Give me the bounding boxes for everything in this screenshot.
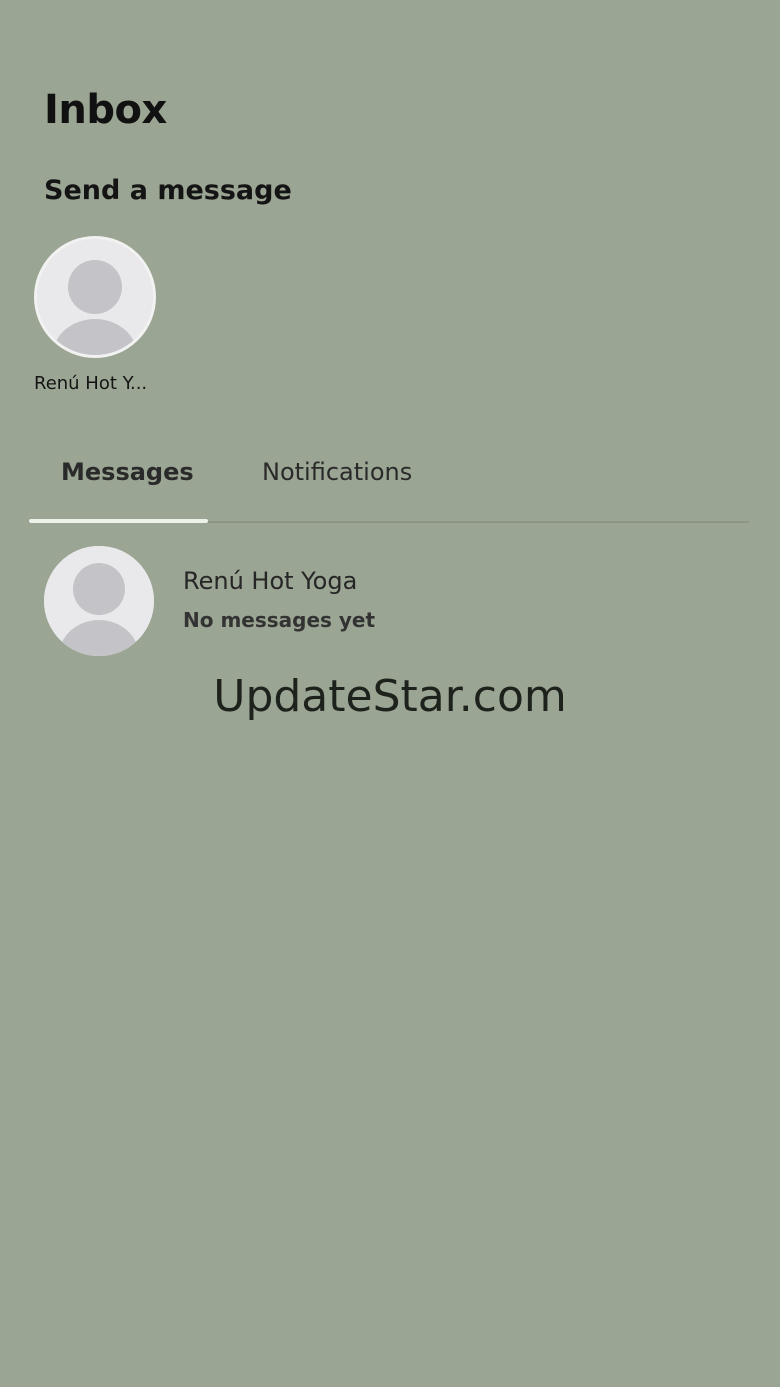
inbox-tabs: Messages Notifications xyxy=(29,440,749,524)
conversation-name: Renú Hot Yoga xyxy=(183,567,358,595)
conversation-list-item[interactable]: Renú Hot Yoga No messages yet xyxy=(44,546,724,656)
page-title: Inbox xyxy=(44,87,167,133)
tab-notifications[interactable]: Notifications xyxy=(262,452,412,492)
tab-messages[interactable]: Messages xyxy=(61,452,194,492)
contact-name: Renú Hot Y... xyxy=(34,373,148,394)
user-avatar-icon[interactable] xyxy=(34,236,156,358)
active-tab-indicator xyxy=(29,519,208,523)
watermark-text: UpdateStar.com xyxy=(213,671,567,722)
conversation-preview: No messages yet xyxy=(183,608,376,632)
send-message-title: Send a message xyxy=(44,175,292,206)
contact-shortcut[interactable]: Renú Hot Y... xyxy=(34,236,158,394)
user-avatar-icon xyxy=(44,546,154,656)
